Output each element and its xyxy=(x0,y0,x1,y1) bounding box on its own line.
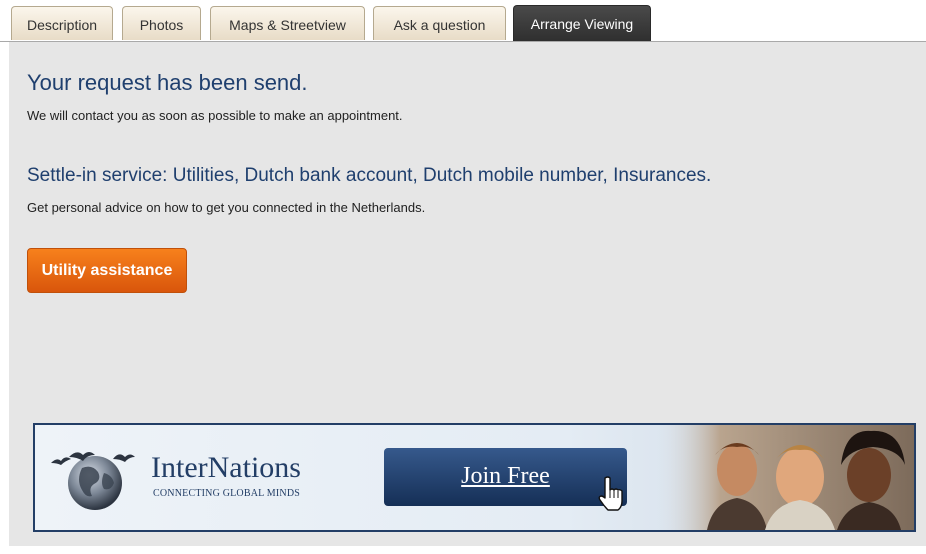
internations-logo: InterNations xyxy=(151,451,301,484)
confirmation-text: We will contact you as soon as possible … xyxy=(27,108,403,123)
internations-banner[interactable]: InterNations CONNECTING GLOBAL MINDS Joi… xyxy=(33,423,916,532)
tab-arrange-viewing[interactable]: Arrange Viewing xyxy=(513,5,651,41)
page-title: Your request has been send. xyxy=(27,70,308,95)
people-photo xyxy=(655,425,914,530)
tab-bar: Description Photos Maps & Streetview Ask… xyxy=(0,0,926,42)
join-free-button[interactable]: Join Free xyxy=(384,448,627,506)
hand-pointer-icon xyxy=(598,476,623,511)
service-description: Get personal advice on how to get you co… xyxy=(27,200,426,215)
service-title: Settle-in service: Utilities, Dutch bank… xyxy=(27,165,712,186)
internations-tagline: CONNECTING GLOBAL MINDS xyxy=(153,488,301,499)
tab-ask-question[interactable]: Ask a question xyxy=(373,6,506,40)
globe-birds-icon xyxy=(51,452,135,510)
content-panel: Your request has been send. We will cont… xyxy=(9,42,926,546)
utility-assistance-button[interactable]: Utility assistance xyxy=(27,248,187,293)
tab-maps-streetview[interactable]: Maps & Streetview xyxy=(210,6,365,40)
tab-photos[interactable]: Photos xyxy=(122,6,201,40)
tab-description[interactable]: Description xyxy=(11,6,113,40)
